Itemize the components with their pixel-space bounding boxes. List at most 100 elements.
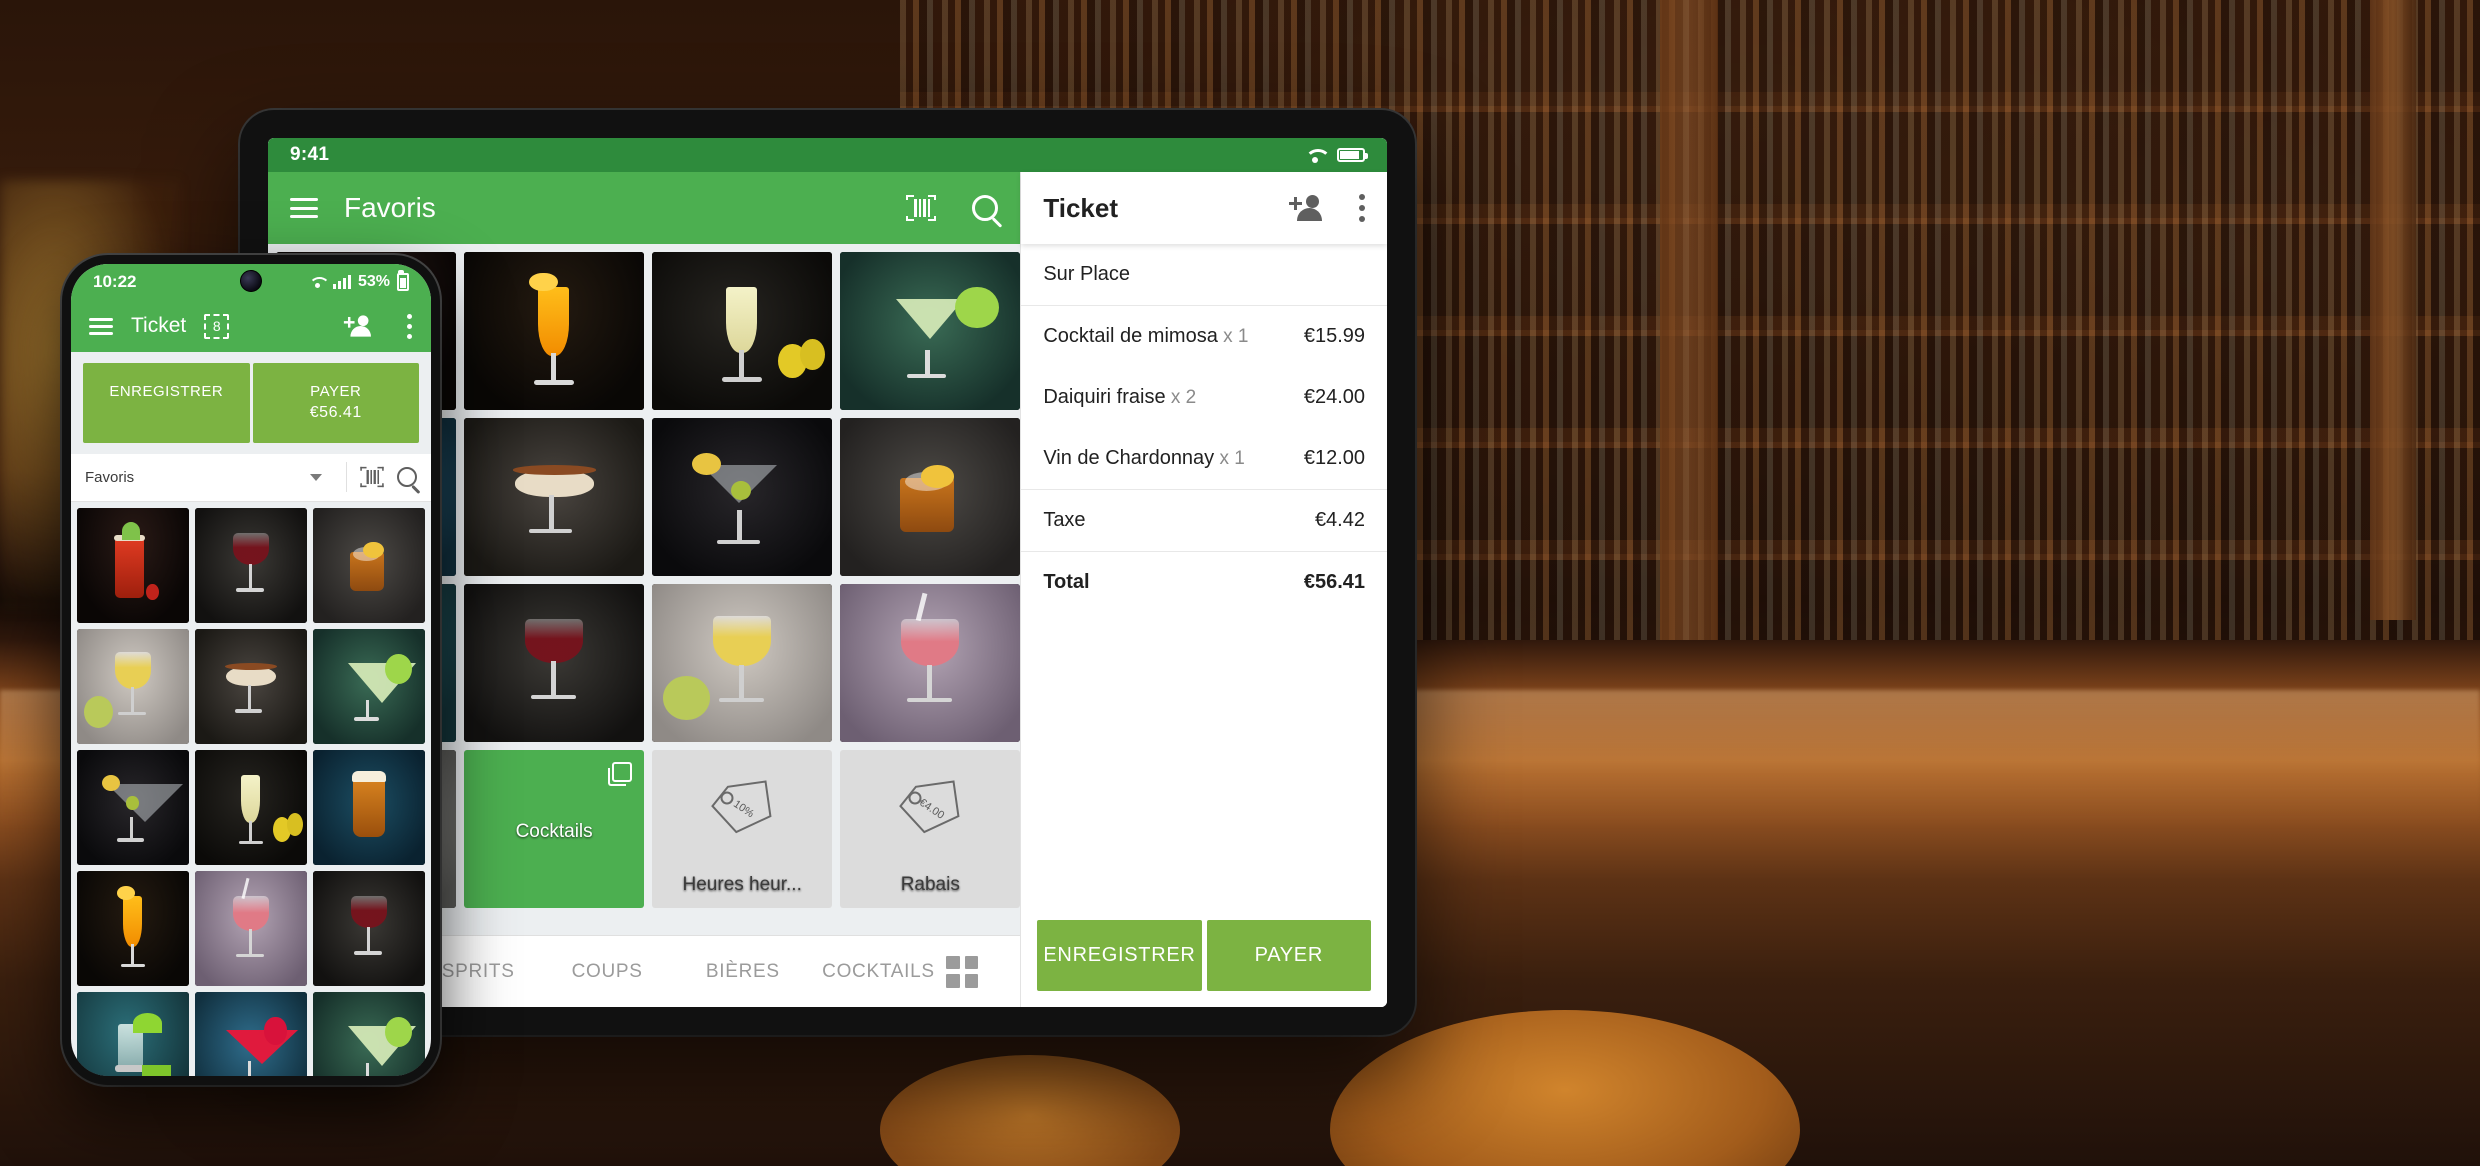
phone-status-time: 10:22 [93,272,137,291]
duplicate-icon [608,762,633,786]
chevron-down-icon [310,473,322,481]
battery-icon [397,270,409,291]
ticket-total-label: Total [1043,571,1090,593]
product-tile[interactable]: Vin de muscat [840,584,1021,742]
bar-pillar-right [2370,0,2416,620]
product-tile[interactable]: Captain Morgan... [313,507,425,623]
phone-filter-bar: Favoris [71,453,431,502]
page-title: Ticket [131,314,187,337]
phone-screen: 10:22 53% Ticket 8 ENREGISTRER PAYER €56… [71,264,431,1076]
product-tile[interactable]: Chardonnay wine [77,628,189,744]
product-tile[interactable]: Dry Martini [77,749,189,865]
ticket-order-type-row[interactable]: Sur Place [1021,244,1387,306]
product-tile[interactable] [195,991,307,1076]
product-tile[interactable]: Cabernet Sauvigno... [195,507,307,623]
search-icon[interactable] [397,467,417,488]
receipt-count-badge: 8 [204,313,230,339]
product-tile[interactable]: Classic margarit... [313,628,425,744]
ticket-title: Ticket [1043,192,1118,223]
ticket-item-qty: x 2 [1165,387,1197,408]
ticket-total-amount: €56.41 [1303,571,1365,593]
ticket-item-amount: €24.00 [1303,386,1365,408]
tab-bières[interactable]: BIÈRES [675,961,811,983]
product-tile[interactable]: Moscato wine [195,870,307,986]
product-tile[interactable]: Martini sec [652,418,833,576]
battery-icon [1337,148,1368,162]
product-label: Heures heur... [682,873,802,895]
price-tag-icon: 10% [707,750,777,867]
product-tile[interactable]: Martini au chocolat [464,418,645,576]
cellular-signal-icon [332,275,351,289]
product-tile[interactable] [313,991,425,1076]
phone-app-bar: Ticket 8 [71,300,431,352]
svg-text:10%: 10% [731,798,756,820]
bar-stool [880,1055,1180,1166]
product-tile[interactable]: Mimosa cocktail [77,870,189,986]
svg-text:€4.00: €4.00 [917,797,947,822]
product-tile[interactable]: Cocktail français 75 [652,252,833,410]
ticket-item-name: Cocktail de mimosa [1043,325,1218,347]
ticket-item-qty: x 1 [1214,448,1245,469]
ticket-tax-label: Taxe [1043,509,1086,531]
pay-button-label: PAYER [310,383,362,400]
battery-percent-label: 53% [357,273,390,290]
ticket-order-type: Sur Place [1043,263,1131,285]
discount-tile[interactable]: €4.00 Rabais [840,750,1021,908]
category-tile[interactable]: Cocktails [464,750,645,908]
product-tile[interactable] [77,991,189,1076]
hamburger-menu-icon[interactable] [89,317,113,335]
product-tile[interactable]: French 75 cocktail [195,749,307,865]
more-vertical-icon[interactable] [1359,194,1365,222]
tab-coups[interactable]: COUPS [539,961,675,983]
ticket-header: Ticket [1021,172,1387,244]
price-tag-icon: €4.00 [895,750,965,867]
pay-button-amount: €56.41 [309,404,362,422]
tablet-app-bar: Favoris [268,172,1021,244]
ticket-line-item[interactable]: Daiquiri fraise x 2 €24.00 [1021,367,1387,428]
ticket-total-row: Total €56.41 [1021,552,1387,613]
tablet-ticket-pane: Ticket Sur Place Cocktail de mimosa x 1 €… [1020,172,1387,1007]
ticket-item-qty: x 1 [1217,326,1249,347]
ticket-item-amount: €12.00 [1303,447,1365,469]
wifi-icon [1305,148,1325,163]
phone-device: 10:22 53% Ticket 8 ENREGISTRER PAYER €56… [62,255,440,1085]
ticket-line-item[interactable]: Vin de Chardonnay x 1 €12.00 [1021,428,1387,490]
product-label: Rabais [900,873,960,895]
product-tile[interactable]: Bloody Mary... [77,507,189,623]
category-select[interactable]: Favoris [85,469,336,486]
ticket-tax-amount: €4.42 [1314,509,1365,531]
search-icon[interactable] [972,195,999,221]
tablet-status-time: 9:41 [290,144,330,165]
ticket-actions: ENREGISTRER PAYER [1021,904,1387,1007]
product-tile[interactable]: Cocktail margarita... [840,252,1021,410]
product-label: Cocktails [515,821,593,843]
ticket-line-item[interactable]: Cocktail de mimosa x 1 €15.99 [1021,306,1387,367]
pay-button[interactable]: PAYER [1206,920,1371,991]
hamburger-menu-icon[interactable] [290,198,318,218]
product-tile[interactable]: Chocolate Martini [195,628,307,744]
barcode-scanner-icon[interactable] [360,467,384,488]
product-tile[interactable]: Vin de Chardonnay [652,584,833,742]
bar-pillar-left [1660,0,1718,640]
product-tile[interactable]: Pinot Noir wine [313,870,425,986]
add-person-icon[interactable] [343,315,371,337]
tablet-status-bar: 9:41 [268,138,1387,172]
pay-button[interactable]: PAYER €56.41 [252,363,419,443]
wifi-icon [309,276,326,289]
page-title: Favoris [344,192,436,223]
save-button[interactable]: ENREGISTRER [1037,920,1202,991]
tab-cocktails[interactable]: COCKTAILS [811,961,947,983]
ticket-lines: Sur Place Cocktail de mimosa x 1 €15.99 Da… [1021,244,1387,904]
ticket-item-name: Daiquiri fraise [1043,386,1166,408]
barcode-scanner-icon[interactable] [906,195,937,221]
more-vertical-icon[interactable] [407,313,413,339]
product-tile[interactable]: Cocktail de mimosa [464,252,645,410]
discount-tile[interactable]: 10% Heures heur... [652,750,833,908]
save-button[interactable]: ENREGISTRER [83,363,250,443]
add-person-icon[interactable] [1289,195,1322,221]
product-tile[interactable]: Rhum épicé Captain... [840,418,1021,576]
product-tile[interactable]: Frosty beer [313,749,425,865]
grid-view-icon[interactable] [946,955,979,988]
product-tile[interactable]: Vin Cabernet Sauvignon [464,584,645,742]
ticket-tax-row: Taxe €4.42 [1021,490,1387,552]
